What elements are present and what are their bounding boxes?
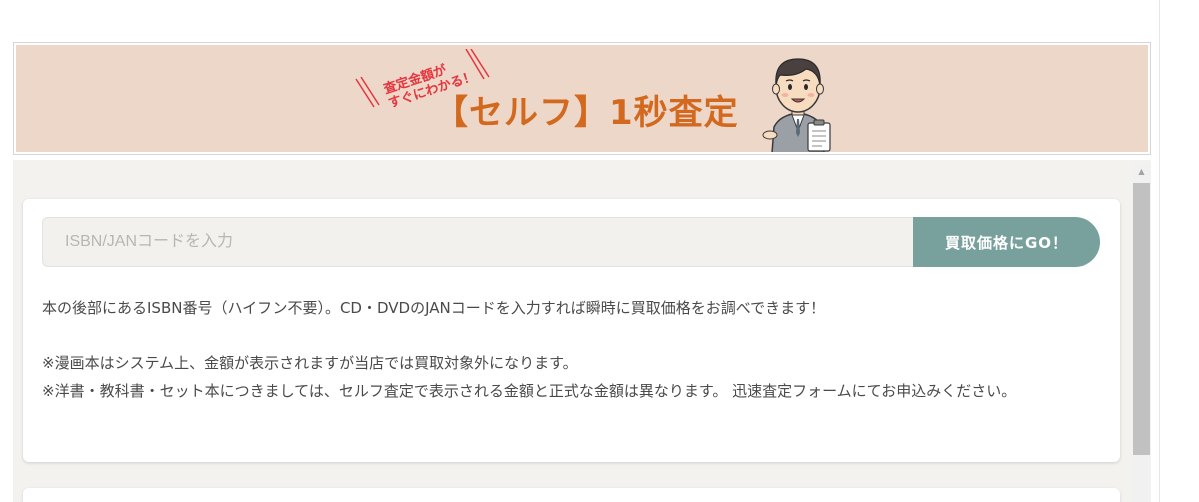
banner-background: 査定金額が すぐにわかる！ 【セルフ】1秒査定 (16, 45, 1148, 152)
self-assessment-card: 買取価格にGO！ 本の後部にあるISBN番号（ハイフン不要）。CD・DVDのJA… (23, 199, 1120, 462)
foreign-books-note: ※洋書・教科書・セット本につきましては、セルフ査定で表示される金額と正式な金額は… (42, 382, 1017, 400)
manga-note: ※漫画本はシステム上、金額が表示されますが当店では買取対象外になります。 (42, 354, 578, 372)
scroll-up-arrow-icon[interactable]: ▲ (1133, 163, 1150, 180)
page-edge (1159, 0, 1199, 502)
isbn-search-form: 買取価格にGO！ (42, 217, 1100, 267)
scrollbar-thumb[interactable] (1133, 183, 1150, 455)
assessment-description: 本の後部にあるISBN番号（ハイフン不要）。CD・DVDのJANコードを入力すれ… (42, 294, 1107, 405)
vertical-scrollbar[interactable]: ▲ (1133, 163, 1150, 502)
businessman-with-clipboard-icon (762, 58, 831, 152)
isbn-jan-input[interactable] (42, 217, 913, 267)
banner-title: 【セルフ】1秒査定 (434, 93, 739, 133)
self-assessment-banner[interactable]: 査定金額が すぐにわかる！ 【セルフ】1秒査定 (13, 42, 1151, 155)
check-price-go-button[interactable]: 買取価格にGO！ (913, 217, 1100, 267)
description-text: 本の後部にあるISBN番号（ハイフン不要）。CD・DVDのJANコードを入力すれ… (42, 299, 826, 317)
next-card (23, 488, 1120, 502)
